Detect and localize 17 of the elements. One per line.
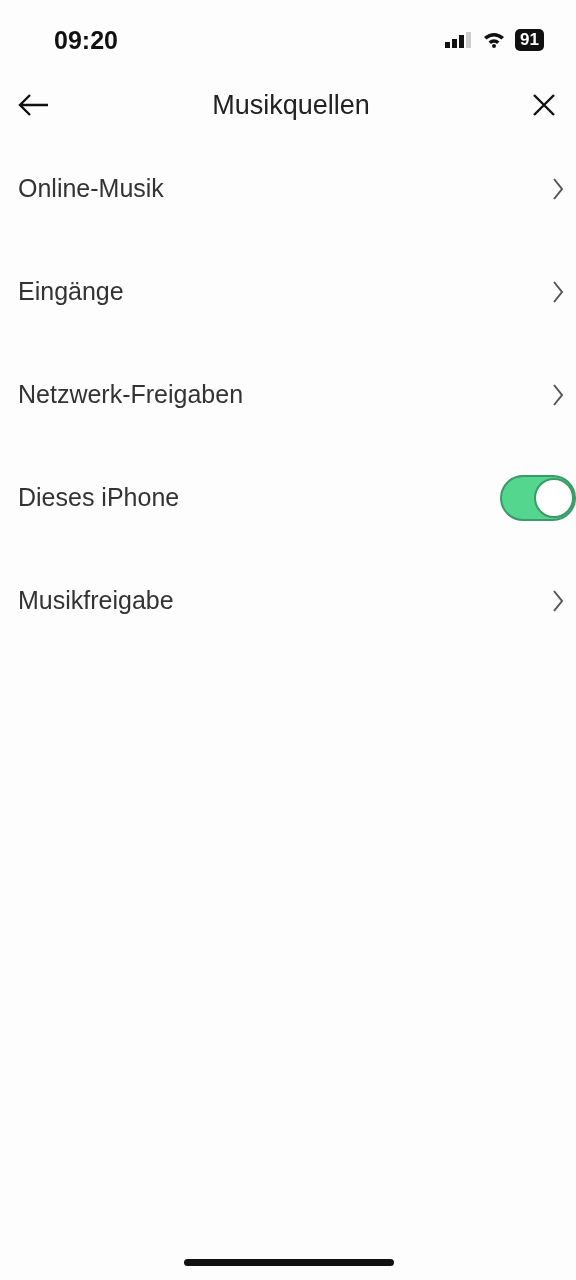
source-label: Online-Musik bbox=[18, 174, 164, 203]
toggle-switch[interactable] bbox=[500, 474, 576, 521]
source-label: Dieses iPhone bbox=[18, 483, 180, 512]
chevron-icon[interactable] bbox=[552, 176, 564, 201]
source-label: Netzwerk-Freigaben bbox=[18, 380, 244, 409]
back-button[interactable] bbox=[18, 93, 50, 117]
source-label: Eingänge bbox=[18, 277, 124, 306]
status-time: 09:20 bbox=[54, 25, 118, 55]
signal-icon bbox=[445, 32, 474, 48]
battery-level: 91 bbox=[515, 29, 544, 51]
chevron-icon[interactable] bbox=[552, 382, 564, 407]
page-title: Musikquellen bbox=[212, 89, 370, 121]
close-button[interactable] bbox=[532, 93, 556, 117]
chevron-icon[interactable] bbox=[552, 588, 564, 613]
source-label: Musikfreigabe bbox=[18, 586, 174, 615]
wifi-icon bbox=[483, 32, 506, 48]
chevron-icon[interactable] bbox=[552, 279, 564, 304]
